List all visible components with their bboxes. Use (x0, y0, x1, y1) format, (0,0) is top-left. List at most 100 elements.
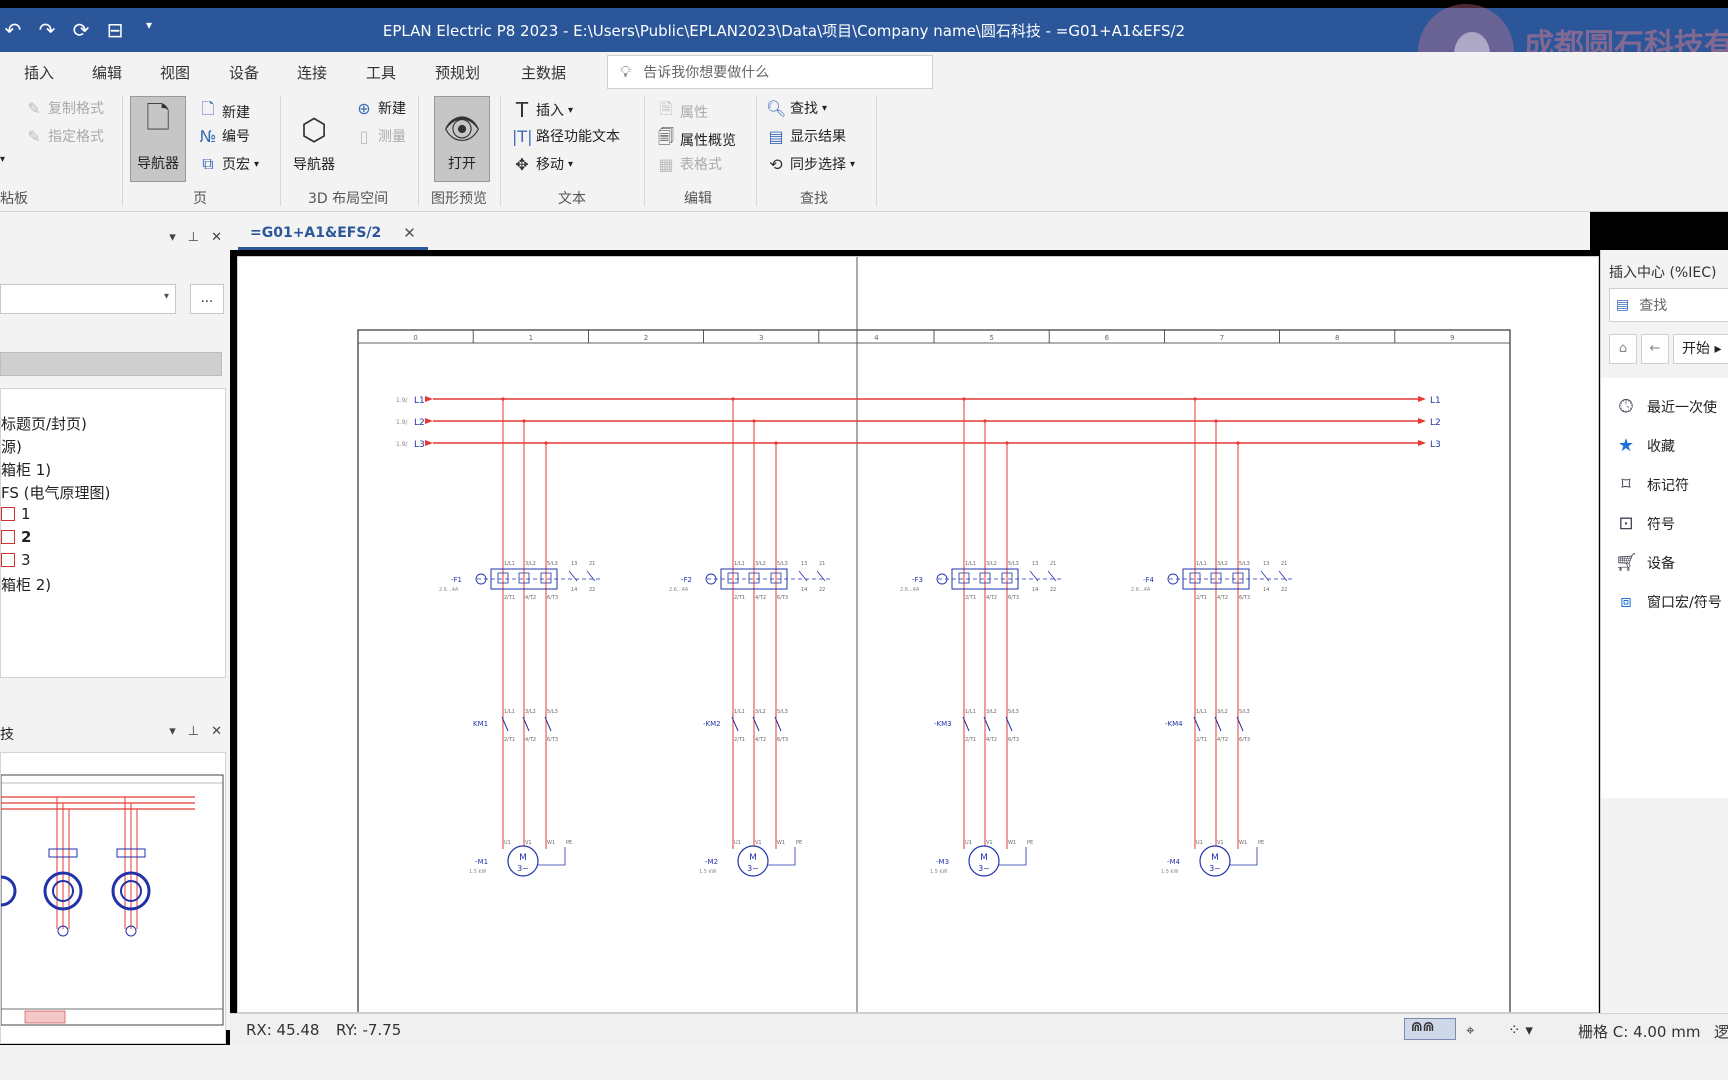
insert-center-nav: ⌂ ← 开始 ▸ (1609, 334, 1728, 366)
filter-more-button[interactable]: ... (190, 284, 224, 314)
aux-terminal-label: 13 (571, 561, 577, 567)
snap-toggle[interactable]: ⋒⋒ (1404, 1018, 1456, 1040)
window-title: EPLAN Electric P8 2023 - E:\Users\Public… (382, 22, 1186, 40)
crosshair-icon[interactable]: ⌖ (1466, 1021, 1474, 1039)
insert-center-search[interactable]: ▤ 查找 (1609, 288, 1728, 322)
pin-icon[interactable]: ⊥ (188, 724, 199, 739)
layout3d-navigator-button[interactable]: ⬡ 导航器 (286, 96, 342, 182)
terminal-label: 1/L1 (734, 709, 745, 715)
schematic-drawing[interactable]: 0 1 2 3 4 5 6 7 8 9 1.9/L1 L1 1.9/L2 L2 1.9/L3 L3 -F1 2.6… (238, 257, 1599, 1013)
tree-node-page-3[interactable]: 3 (1, 551, 31, 569)
menu-view[interactable]: 视图 (160, 62, 190, 83)
schematic-canvas[interactable]: 0 1 2 3 4 5 6 7 8 9 1.9/L1 L1 1.9/L2 L2 1.9/L3 L3 -F1 2.6… (237, 256, 1599, 1013)
find-button[interactable]: 🔍︎ 查找 ▾ (766, 98, 827, 118)
breaker-range: 2.6...4A (669, 587, 689, 593)
close-icon[interactable]: ✕ (211, 724, 222, 739)
aux-terminal-label: 22 (589, 587, 595, 593)
brush-icon: ✎ (27, 98, 41, 118)
insert-center-panel: 插入中心 (%IEC) ▤ 查找 ⌂ ← 开始 ▸ 🕓︎ 最近一次使 ★ 收藏 ⌑ 标… (1600, 250, 1728, 1030)
path-function-text-button[interactable]: |T| 路径功能文本 (512, 126, 620, 146)
tree-node-title-page[interactable]: 标题页/封页) (1, 413, 87, 434)
menu-edit[interactable]: 编辑 (92, 62, 122, 83)
panel-menu-icon[interactable]: ▾ (169, 230, 176, 245)
back-arrow-icon[interactable]: ← (1641, 334, 1669, 364)
close-icon[interactable]: ✕ (403, 224, 416, 242)
pin-icon[interactable]: ⊥ (188, 230, 199, 245)
wire-junction (501, 397, 505, 401)
terminal-label: 6/T3 (1008, 737, 1019, 743)
tree-node-page-1[interactable]: 1 (1, 505, 31, 523)
properties-overview-button[interactable]: 🗐︎ 属性概览 (656, 126, 736, 153)
close-icon[interactable]: ✕ (211, 230, 222, 245)
wire-junction (1005, 441, 1009, 445)
page-number-button[interactable]: № 编号 (198, 126, 250, 146)
terminal-label: 1/L1 (1196, 709, 1207, 715)
page-new-button[interactable]: 🗋︎ 新建 (198, 98, 250, 125)
ribbon-separator (756, 96, 757, 206)
terminal-label: 1/L1 (734, 561, 745, 567)
page-navigator-button[interactable]: 🗋︎ 导航器 (130, 96, 186, 182)
bus-arrow-right (1418, 418, 1426, 424)
breadcrumb-start[interactable]: 开始 ▸ (1673, 334, 1728, 364)
home-icon[interactable]: ⌂ (1609, 334, 1637, 364)
graphic-preview-header: 技 ▾ ⊥ ✕ (0, 718, 226, 748)
terminal-label: 5/L3 (777, 709, 788, 715)
star-icon: ★ (1617, 435, 1635, 456)
properties-button[interactable]: 🗎︎ 属性 (656, 98, 708, 125)
bus-ref-left: 1.9/ (396, 441, 409, 448)
list-item-window-macros[interactable]: ⧈ 窗口宏/符号 (1615, 591, 1721, 612)
open-preview-button[interactable]: 👁︎ 打开 (434, 96, 490, 182)
menu-insert[interactable]: 插入 (24, 62, 54, 83)
list-item-favorites[interactable]: ★ 收藏 (1615, 435, 1675, 456)
list-item-recent[interactable]: 🕓︎ 最近一次使 (1615, 396, 1717, 417)
clipboard-dropdown[interactable]: ▾ (0, 154, 5, 165)
tab-page-2[interactable]: =G01+A1&EFS/2 ✕ (238, 218, 428, 250)
contactor-tag: -KM4 (1165, 720, 1183, 728)
chevron-down-icon: ▾ (163, 291, 169, 302)
list-item-symbols[interactable]: ⊡ 符号 (1615, 513, 1675, 534)
tree-node-cabinet-1[interactable]: 箱柜 1) (1, 459, 51, 480)
menu-device[interactable]: 设备 (229, 62, 259, 83)
measure-button[interactable]: ▯ 测量 (354, 126, 406, 146)
bus-ref-left: 1.9/ (396, 397, 409, 404)
motor-symbol: M (980, 853, 988, 863)
sync-selection-button[interactable]: ⟲ 同步选择 ▾ (766, 154, 855, 174)
column-number: 9 (1450, 334, 1454, 342)
wire-junction (752, 419, 756, 423)
layout3d-new-button[interactable]: ⊕ 新建 (354, 98, 406, 118)
new-layout-icon: ⊕ (357, 98, 371, 118)
path-text-icon: |T| (512, 126, 533, 146)
table-format-button[interactable]: ▦ 表格式 (656, 154, 722, 174)
move-button[interactable]: ✥ 移动 ▾ (512, 154, 573, 174)
menu-preplanning[interactable]: 预规划 (435, 62, 480, 83)
navigator-filter-select[interactable]: ▾ (0, 284, 176, 314)
menu-connect[interactable]: 连接 (297, 62, 327, 83)
insert-text-button[interactable]: T 插入 ▾ (512, 98, 573, 122)
tree-node-cabinet-2[interactable]: 箱柜 2) (1, 574, 51, 595)
panel-menu-icon[interactable]: ▾ (169, 724, 176, 739)
page-macro-button[interactable]: ⧉ 页宏 ▾ (198, 154, 259, 174)
tree-node-page-2[interactable]: 2 (1, 528, 31, 546)
tree-node-efs[interactable]: FS (电气原理图) (1, 482, 110, 503)
terminal-label: 4/T2 (1217, 595, 1228, 601)
lightbulb-icon: 💡︎ (620, 62, 632, 81)
menu-tools[interactable]: 工具 (366, 62, 396, 83)
aux-contact-no (798, 570, 808, 582)
menu-master-data[interactable]: 主数据 (521, 62, 566, 83)
show-results-button[interactable]: ▤ 显示结果 (766, 126, 846, 146)
list-item-markers[interactable]: ⌑ 标记符 (1615, 474, 1689, 495)
wire-junction (522, 419, 526, 423)
copy-format-button[interactable]: ✎ 复制格式 (24, 98, 104, 118)
terminal-label: 6/T3 (1239, 737, 1250, 743)
tree-node-power[interactable]: 源) (1, 436, 22, 457)
tell-me-search[interactable]: 💡︎ 告诉我你想要做什么 (607, 55, 933, 89)
grid-icon[interactable]: ⁘ ▾ (1508, 1021, 1533, 1039)
terminal-label: 1/L1 (965, 561, 976, 567)
aux-terminal-label: 21 (1050, 561, 1056, 567)
breaker-tag: -F4 (1143, 576, 1155, 584)
assign-format-button[interactable]: ✎ 指定格式 (24, 126, 104, 146)
page-icon (1, 530, 15, 544)
terminal-label: 1/L1 (965, 709, 976, 715)
group-label-page: 页 (193, 191, 207, 207)
list-item-devices[interactable]: 🛒︎ 设备 (1615, 552, 1675, 573)
